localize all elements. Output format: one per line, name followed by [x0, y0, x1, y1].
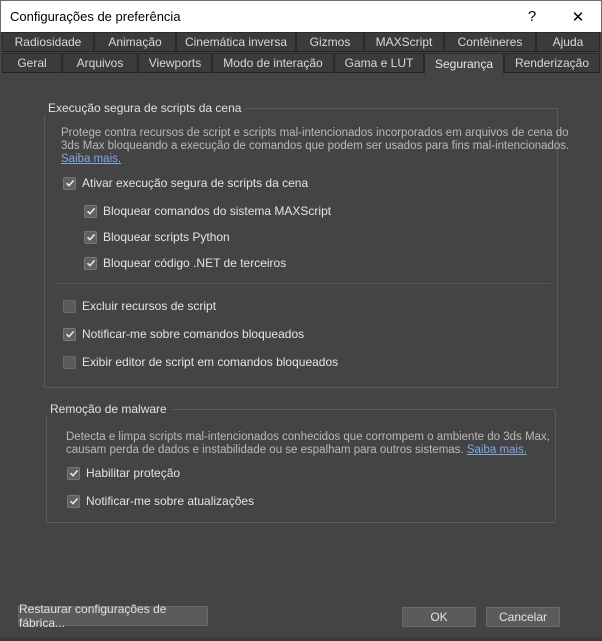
notify-updates-checkbox[interactable]: Notificar-me sobre atualizações	[67, 494, 254, 508]
safe-execution-title: Execução segura de scripts da cena	[44, 101, 246, 115]
tab-files[interactable]: Arquivos	[62, 53, 138, 73]
tab-viewports[interactable]: Viewports	[138, 53, 212, 73]
divider	[56, 283, 550, 284]
checkmark-icon	[63, 176, 76, 190]
block-dotnet-checkbox[interactable]: Bloquear código .NET de terceiros	[84, 256, 286, 270]
window-title: Configurações de preferência	[10, 9, 181, 24]
tab-maxscript[interactable]: MAXScript	[364, 32, 444, 52]
tab-animation[interactable]: Animação	[94, 32, 176, 52]
tab-row-1: Radiosidade Animação Cinemática inversa …	[0, 32, 602, 53]
tab-security[interactable]: Segurança	[424, 53, 504, 74]
help-button[interactable]: ?	[509, 1, 555, 32]
checkbox-box	[63, 355, 76, 369]
title-bar: Configurações de preferência ? ✕	[0, 0, 602, 32]
notify-blocked-checkbox[interactable]: Notificar-me sobre comandos bloqueados	[63, 327, 304, 341]
safe-execution-description-line2: 3ds Max bloqueando a execução de comando…	[61, 140, 570, 152]
tab-interaction-mode[interactable]: Modo de interação	[212, 53, 334, 73]
exclude-resources-label: Excluir recursos de script	[82, 299, 217, 313]
checkmark-icon	[67, 494, 80, 508]
tab-radiosity[interactable]: Radiosidade	[2, 32, 94, 52]
safe-execution-description-line1: Protege contra recursos de script e scri…	[61, 127, 569, 139]
close-button[interactable]: ✕	[555, 1, 601, 32]
tab-help[interactable]: Ajuda	[536, 32, 600, 52]
tab-gamma-lut[interactable]: Gama e LUT	[334, 53, 424, 73]
enable-safe-execution-checkbox[interactable]: Ativar execução segura de scripts da cen…	[63, 176, 308, 190]
tab-rendering[interactable]: Renderização	[504, 53, 600, 73]
malware-description-line1: Detecta e limpa scripts mal-intencionado…	[66, 431, 550, 443]
malware-description-line2: causam perda de dados e instabilidade ou…	[66, 444, 464, 456]
enable-protection-checkbox[interactable]: Habilitar proteção	[67, 466, 180, 480]
tab-row-2: Geral Arquivos Viewports Modo de interaç…	[0, 53, 602, 74]
checkmark-icon	[84, 204, 97, 218]
checkmark-icon	[67, 466, 80, 480]
restore-defaults-button[interactable]: Restaurar configurações de fábrica...	[18, 602, 208, 630]
checkmark-icon	[84, 256, 97, 270]
ok-button[interactable]: OK	[402, 607, 476, 627]
checkmark-icon	[84, 230, 97, 244]
block-python-label: Bloquear scripts Python	[103, 230, 230, 244]
tab-containers[interactable]: Contêineres	[444, 32, 536, 52]
block-python-checkbox[interactable]: Bloquear scripts Python	[84, 230, 230, 244]
tab-general[interactable]: Geral	[2, 53, 62, 73]
block-dotnet-label: Bloquear código .NET de terceiros	[103, 256, 287, 270]
cancel-button[interactable]: Cancelar	[486, 607, 560, 627]
exclude-resources-checkbox[interactable]: Excluir recursos de script	[63, 299, 216, 313]
checkbox-box	[63, 299, 76, 313]
checkmark-icon	[63, 327, 76, 341]
show-editor-label: Exibir editor de script em comandos bloq…	[82, 355, 339, 369]
show-editor-checkbox[interactable]: Exibir editor de script em comandos bloq…	[63, 355, 338, 369]
malware-learn-more-link[interactable]: Saiba mais.	[467, 444, 527, 456]
tab-inverse-kinematics[interactable]: Cinemática inversa	[176, 32, 296, 52]
notify-blocked-label: Notificar-me sobre comandos bloqueados	[82, 327, 305, 341]
tab-gizmos[interactable]: Gizmos	[296, 32, 364, 52]
safe-execution-learn-more-link[interactable]: Saiba mais.	[61, 153, 121, 165]
malware-removal-title: Remoção de malware	[46, 402, 171, 416]
enable-safe-execution-label: Ativar execução segura de scripts da cen…	[82, 176, 309, 190]
notify-updates-label: Notificar-me sobre atualizações	[86, 494, 255, 508]
malware-description-line2-wrap: causam perda de dados e instabilidade ou…	[66, 443, 527, 457]
enable-protection-label: Habilitar proteção	[86, 466, 181, 480]
window-frame-bottom	[0, 637, 602, 641]
block-maxscript-label: Bloquear comandos do sistema MAXScript	[103, 204, 332, 218]
block-maxscript-checkbox[interactable]: Bloquear comandos do sistema MAXScript	[84, 204, 331, 218]
